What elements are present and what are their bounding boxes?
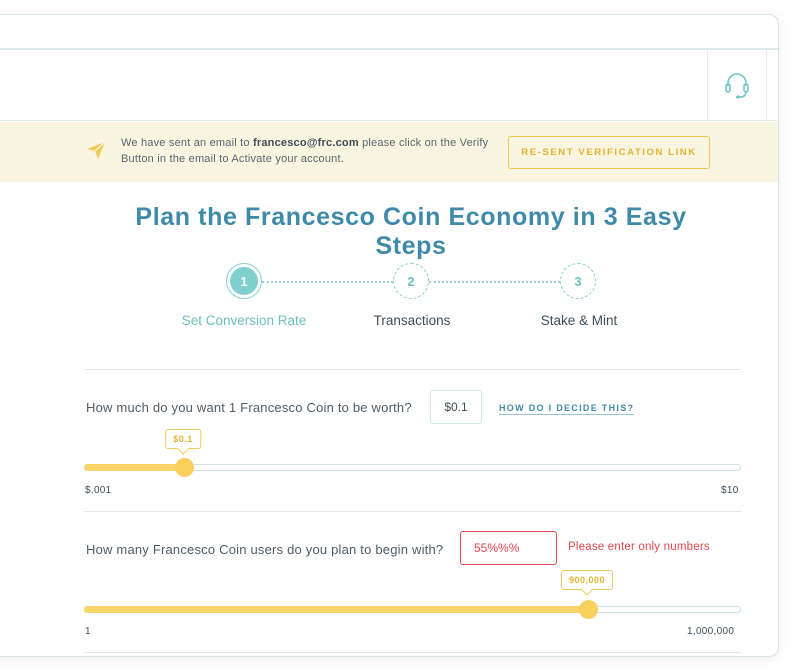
banner-text-before: We have sent an email to — [121, 137, 253, 149]
step-3-number: 3 — [574, 273, 582, 289]
users-value-input[interactable]: 55%%% — [460, 531, 557, 565]
resend-verification-button[interactable]: RE-SENT VERIFICATION LINK — [508, 136, 710, 169]
users-slider-max-label: 1,000,000 — [687, 626, 735, 637]
users-question: How many Francesco Coin users do you pla… — [86, 542, 444, 557]
app-window: We have sent an email to francesco@frc.c… — [0, 14, 779, 657]
step-2-label[interactable]: Transactions — [374, 313, 451, 328]
verification-banner: We have sent an email to francesco@frc.c… — [0, 122, 778, 182]
step-connector-2 — [429, 281, 560, 283]
users-slider-tooltip: 900,000 — [560, 570, 614, 590]
support-button[interactable] — [707, 51, 767, 121]
conversion-value-input[interactable]: $0.1 — [430, 390, 482, 424]
banner-message: We have sent an email to francesco@frc.c… — [121, 135, 501, 167]
step-3-label[interactable]: Stake & Mint — [541, 313, 618, 328]
step-connector-1 — [262, 281, 393, 283]
page-title: Plan the Francesco Coin Economy in 3 Eas… — [135, 203, 687, 260]
banner-email: francesco@frc.com — [252, 137, 359, 149]
conversion-slider-min-label: $.001 — [85, 485, 112, 496]
conversion-slider-fill — [84, 464, 184, 471]
users-slider-thumb[interactable] — [579, 600, 598, 619]
page-title-row: Plan the Francesco Coin Economy in 3 Eas… — [0, 203, 778, 261]
step-2-number: 2 — [407, 273, 415, 289]
conversion-slider-max-label: $10 — [721, 485, 739, 496]
headset-icon — [725, 73, 749, 99]
section-divider-middle — [84, 511, 741, 512]
users-slider-track[interactable] — [84, 600, 741, 619]
users-slider-min-label: 1 — [85, 626, 91, 637]
step-1-indicator[interactable]: 1 — [226, 263, 262, 299]
users-slider-fill — [84, 606, 588, 613]
step-2-indicator[interactable]: 2 — [393, 263, 429, 299]
conversion-slider-tooltip: $0.1 — [165, 429, 201, 449]
section-divider-top — [84, 369, 741, 370]
how-do-i-decide-link[interactable]: HOW DO I DECIDE THIS? — [499, 403, 635, 415]
paper-plane-icon — [87, 141, 106, 159]
stepper: 1 2 3 Set Conversion Rate Transactions S… — [0, 263, 778, 343]
app-header — [0, 51, 778, 121]
browser-top-bar — [0, 15, 778, 50]
conversion-question: How much do you want 1 Francesco Coin to… — [86, 400, 412, 415]
step-3-indicator[interactable]: 3 — [560, 263, 596, 299]
step-1-label[interactable]: Set Conversion Rate — [182, 313, 307, 328]
conversion-slider-track[interactable] — [84, 458, 741, 477]
conversion-slider-thumb[interactable] — [175, 458, 194, 477]
users-error-message: Please enter only numbers — [568, 541, 710, 553]
section-divider-bottom — [84, 652, 741, 653]
step-1-number: 1 — [240, 273, 248, 289]
